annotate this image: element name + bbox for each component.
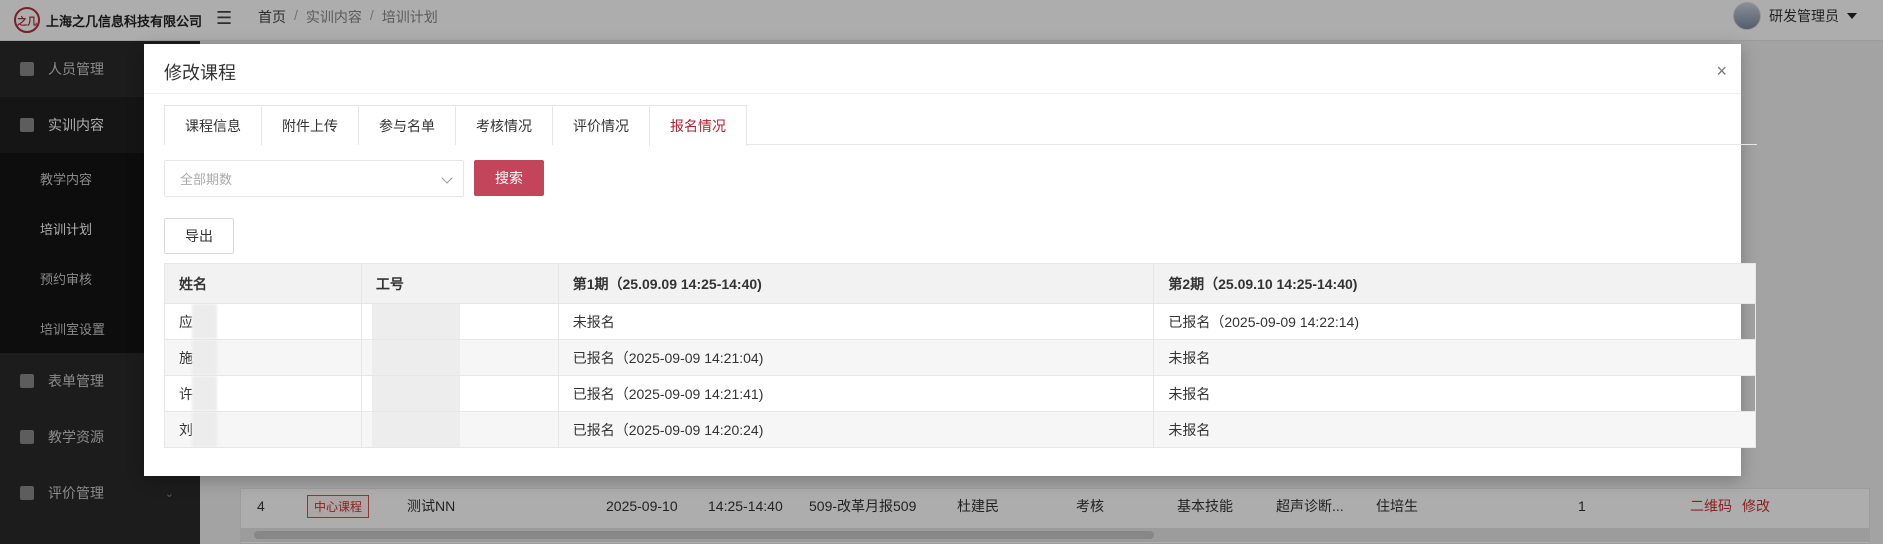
tab-bar: 课程信息 附件上传 参与名单 考核情况 评价情况 报名情况 <box>164 105 1757 146</box>
name-text: 应 <box>179 313 193 330</box>
cell-name: 应 <box>164 303 362 340</box>
column-header-period-1: 第1期（25.09.09 14:25-14:40) <box>557 263 1155 304</box>
cell-id <box>360 411 559 448</box>
table-row: 许 已报名（2025-09-09 14:21:41) 未报名 <box>164 375 1756 412</box>
dialog-header: 修改课程 × <box>144 44 1741 94</box>
close-icon[interactable]: × <box>1716 62 1727 80</box>
redaction-blur <box>192 376 217 411</box>
column-header-period-2: 第2期（25.09.10 14:25-14:40) <box>1153 263 1756 304</box>
cell-period-2: 已报名（2025-09-09 14:22:14) <box>1153 303 1756 340</box>
name-text: 刘 <box>179 421 193 438</box>
column-header-name: 姓名 <box>164 263 362 304</box>
column-header-id: 工号 <box>360 263 559 304</box>
export-button[interactable]: 导出 <box>164 218 234 254</box>
cell-id <box>360 375 559 412</box>
cell-period-1: 已报名（2025-09-09 14:20:24) <box>557 411 1155 448</box>
redaction-blur <box>192 304 217 339</box>
table-header-row: 姓名 工号 第1期（25.09.09 14:25-14:40) 第2期（25.0… <box>164 263 1756 304</box>
period-select-placeholder: 全部期数 <box>180 172 233 187</box>
tab-assessment[interactable]: 考核情况 <box>455 105 552 145</box>
cell-period-2: 未报名 <box>1153 339 1756 376</box>
cell-name: 许 <box>164 375 362 412</box>
edit-course-dialog: 修改课程 × 课程信息 附件上传 参与名单 考核情况 评价情况 报名情况 全部期… <box>144 44 1757 476</box>
cell-period-1: 已报名（2025-09-09 14:21:41) <box>557 375 1155 412</box>
name-text: 施 <box>179 349 193 366</box>
table-row: 应 未报名 已报名（2025-09-09 14:22:14) <box>164 303 1756 340</box>
cell-period-2: 未报名 <box>1153 375 1756 412</box>
redaction-blur <box>192 412 217 447</box>
redaction-blur <box>371 412 460 447</box>
tab-attachments[interactable]: 附件上传 <box>261 105 358 145</box>
cell-id <box>360 303 559 340</box>
registration-table: 姓名 工号 第1期（25.09.09 14:25-14:40) 第2期（25.0… <box>164 263 1756 448</box>
cell-id <box>360 339 559 376</box>
table-row: 施 已报名（2025-09-09 14:21:04) 未报名 <box>164 339 1756 376</box>
redaction-blur <box>371 304 460 339</box>
chevron-down-icon <box>441 172 453 184</box>
tab-participants[interactable]: 参与名单 <box>358 105 455 145</box>
cell-name: 施 <box>164 339 362 376</box>
tab-course-info[interactable]: 课程信息 <box>164 105 261 145</box>
name-text: 许 <box>179 385 193 402</box>
redaction-blur <box>371 340 460 375</box>
search-button[interactable]: 搜索 <box>474 160 544 196</box>
cell-period-2: 未报名 <box>1153 411 1756 448</box>
cell-period-1: 未报名 <box>557 303 1155 340</box>
period-select[interactable]: 全部期数 <box>164 160 464 197</box>
tab-evaluation[interactable]: 评价情况 <box>552 105 649 145</box>
redaction-blur <box>371 376 460 411</box>
tab-registration[interactable]: 报名情况 <box>649 105 747 146</box>
table-row: 刘 已报名（2025-09-09 14:20:24) 未报名 <box>164 411 1756 448</box>
cell-name: 刘 <box>164 411 362 448</box>
dialog-title: 修改课程 <box>164 63 236 83</box>
redaction-blur <box>192 340 217 375</box>
cell-period-1: 已报名（2025-09-09 14:21:04) <box>557 339 1155 376</box>
